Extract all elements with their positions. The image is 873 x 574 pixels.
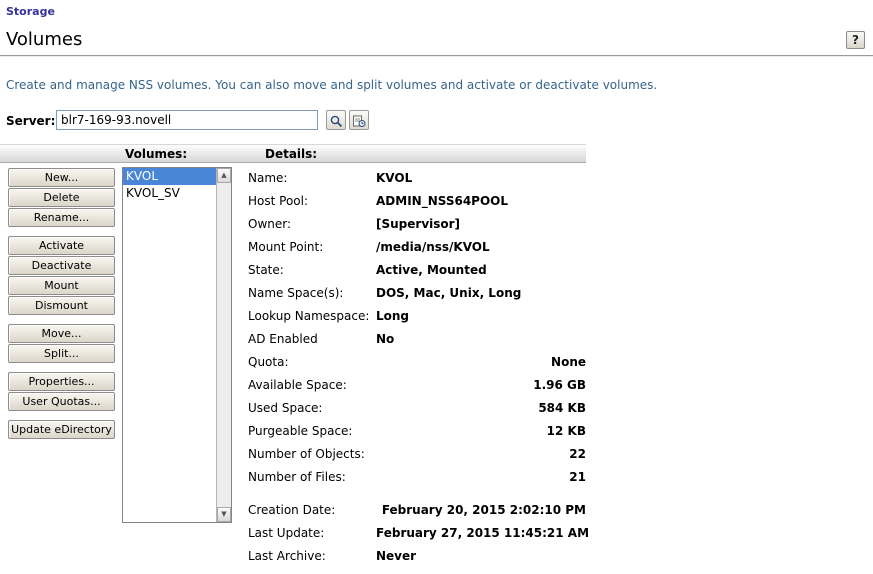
detail-value: 584 KB	[538, 400, 586, 415]
detail-value: /media/nss/KVOL	[376, 239, 490, 254]
scroll-down-icon[interactable]: ▼	[217, 507, 231, 522]
detail-row-available-space: Available Space: 1.96 GB	[248, 373, 586, 396]
detail-row-number-of-objects: Number of Objects: 22	[248, 442, 586, 465]
detail-row-quota: Quota: None	[248, 350, 586, 373]
detail-label: Available Space:	[248, 377, 347, 392]
detail-label: Used Space:	[248, 400, 323, 415]
page-title: Volumes	[6, 29, 83, 50]
detail-row-purgeable-space: Purgeable Space: 12 KB	[248, 419, 586, 442]
history-icon	[350, 114, 368, 128]
properties-button[interactable]: Properties...	[8, 372, 115, 391]
detail-row-last-update: Last Update: February 27, 2015 11:45:21 …	[248, 521, 590, 544]
listbox-scrollbar[interactable]: ▲ ▼	[216, 168, 231, 522]
detail-value: ADMIN_NSS64POOL	[376, 193, 509, 208]
page-description: Create and manage NSS volumes. You can a…	[6, 78, 658, 92]
detail-row-host-pool: Host Pool: ADMIN_NSS64POOL	[248, 189, 586, 212]
detail-value: 1.96 GB	[533, 377, 586, 392]
volume-details: Name: KVOL Host Pool: ADMIN_NSS64POOL Ow…	[248, 166, 590, 567]
detail-label: Owner:	[248, 216, 292, 231]
detail-value: Active, Mounted	[376, 262, 487, 277]
magnifier-icon	[327, 114, 345, 128]
user-quotas-button[interactable]: User Quotas...	[8, 392, 115, 411]
detail-label: Number of Files:	[248, 469, 346, 484]
detail-value: None	[551, 354, 586, 369]
detail-value: 21	[569, 469, 586, 484]
detail-row-last-archive: Last Archive: Never	[248, 544, 586, 567]
server-label: Server:	[6, 114, 56, 128]
object-history-button[interactable]	[349, 110, 369, 130]
deactivate-button[interactable]: Deactivate	[8, 256, 115, 275]
mount-button[interactable]: Mount	[8, 276, 115, 295]
detail-value: KVOL	[376, 170, 413, 185]
volume-actions: New... Delete Rename... Activate Deactiv…	[8, 168, 115, 440]
detail-label: Creation Date:	[248, 502, 336, 517]
volumes-column-header: Volumes:	[125, 147, 188, 161]
detail-label: Lookup Namespace:	[248, 308, 370, 323]
detail-row-name-spaces: Name Space(s): DOS, Mac, Unix, Long	[248, 281, 586, 304]
detail-row-owner: Owner: [Supervisor]	[248, 212, 586, 235]
detail-row-creation-date: Creation Date: February 20, 2015 2:02:10…	[248, 498, 586, 521]
volumes-listbox: KVOL KVOL_SV ▲ ▼	[122, 167, 232, 523]
scroll-up-icon[interactable]: ▲	[217, 168, 231, 183]
detail-value: No	[376, 331, 395, 346]
detail-value: 12 KB	[546, 423, 586, 438]
server-input[interactable]	[56, 110, 318, 130]
detail-row-state: State: Active, Mounted	[248, 258, 586, 281]
detail-value: February 20, 2015 2:02:10 PM	[381, 502, 586, 517]
list-item-kvol[interactable]: KVOL	[123, 168, 216, 185]
detail-value: [Supervisor]	[376, 216, 461, 231]
list-item-kvol-sv[interactable]: KVOL_SV	[123, 185, 216, 202]
volumes-list: KVOL KVOL_SV	[123, 168, 216, 522]
detail-value: 22	[569, 446, 586, 461]
activate-button[interactable]: Activate	[8, 236, 115, 255]
detail-row-mount-point: Mount Point: /media/nss/KVOL	[248, 235, 586, 258]
detail-label: Name:	[248, 170, 288, 185]
help-button[interactable]: ?	[846, 31, 865, 49]
object-selector-button[interactable]	[326, 110, 346, 130]
update-edirectory-button[interactable]: Update eDirectory	[8, 420, 115, 439]
detail-label: Host Pool:	[248, 193, 309, 208]
detail-value: DOS, Mac, Unix, Long	[376, 285, 522, 300]
detail-label: Last Update:	[248, 525, 325, 540]
detail-row-lookup-namespace: Lookup Namespace: Long	[248, 304, 586, 327]
new-button[interactable]: New...	[8, 168, 115, 187]
detail-value: Never	[376, 548, 417, 563]
delete-button[interactable]: Delete	[8, 188, 115, 207]
detail-value: February 27, 2015 11:45:21 AM	[376, 525, 590, 540]
detail-label: Name Space(s):	[248, 285, 344, 300]
detail-label: Number of Objects:	[248, 446, 365, 461]
detail-label: State:	[248, 262, 284, 277]
detail-row-ad-enabled: AD Enabled No	[248, 327, 586, 350]
detail-label: Quota:	[248, 354, 289, 369]
split-button[interactable]: Split...	[8, 344, 115, 363]
breadcrumb-storage[interactable]: Storage	[6, 5, 55, 18]
title-divider	[0, 55, 873, 57]
dismount-button[interactable]: Dismount	[8, 296, 115, 315]
move-button[interactable]: Move...	[8, 324, 115, 343]
detail-row-name: Name: KVOL	[248, 166, 586, 189]
detail-label: Last Archive:	[248, 548, 326, 563]
detail-label: AD Enabled	[248, 331, 318, 346]
detail-value: Long	[376, 308, 410, 323]
detail-label: Mount Point:	[248, 239, 324, 254]
panel-header-bar: Volumes: Details:	[0, 144, 586, 163]
detail-label: Purgeable Space:	[248, 423, 353, 438]
rename-button[interactable]: Rename...	[8, 208, 115, 227]
detail-row-number-of-files: Number of Files: 21	[248, 465, 586, 488]
detail-row-used-space: Used Space: 584 KB	[248, 396, 586, 419]
details-column-header: Details:	[265, 147, 318, 161]
